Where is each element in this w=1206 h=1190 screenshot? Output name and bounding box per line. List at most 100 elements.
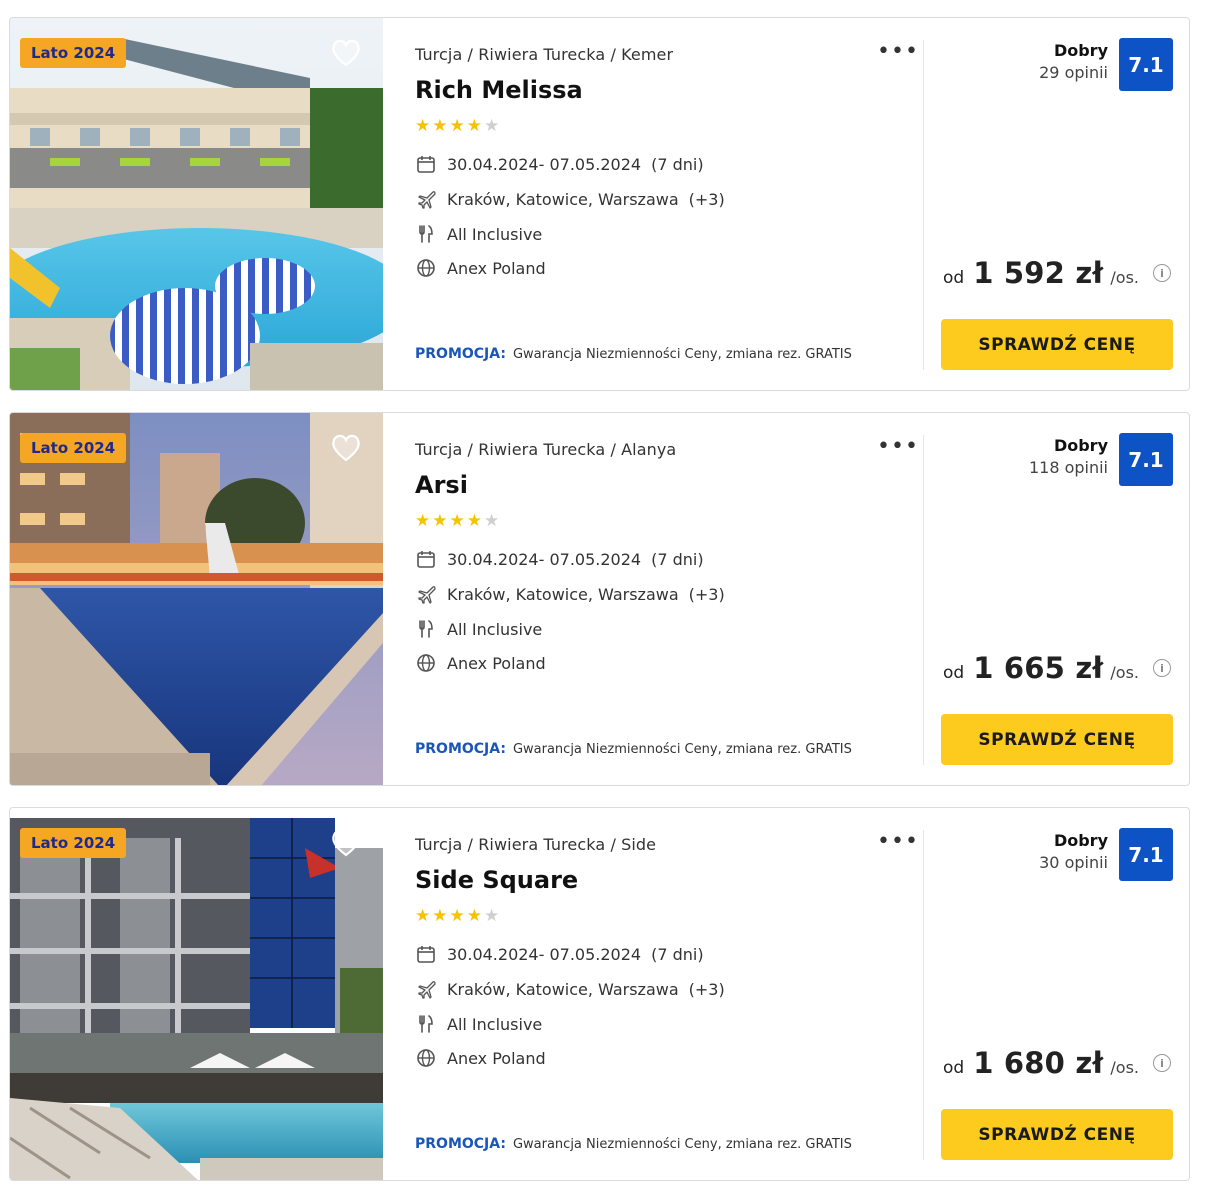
hotel-name[interactable]: Side Square xyxy=(415,866,578,894)
score-badge: 7.1 xyxy=(1119,828,1173,881)
star-icon: ★ xyxy=(449,116,465,136)
star-empty-icon: ★ xyxy=(484,906,500,926)
departure-cities: Kraków, Katowice, Warszawa xyxy=(447,584,679,604)
cutlery-icon xyxy=(415,618,437,640)
price-suffix: /os. xyxy=(1110,1058,1139,1077)
divider xyxy=(923,435,924,765)
rating[interactable]: Dobry 30 opinii 7.1 xyxy=(1039,828,1173,881)
star-empty-icon: ★ xyxy=(484,116,500,136)
plane-icon xyxy=(415,188,437,210)
hotel-photo[interactable]: Lato 2024 xyxy=(10,413,383,785)
departure-more[interactable]: (+3) xyxy=(689,980,725,999)
promo-label: PROMOCJA: xyxy=(415,1136,506,1152)
offer-info: Turcja / Riwiera Turecka / Side ••• Side… xyxy=(415,808,918,1180)
star-icon: ★ xyxy=(415,906,431,926)
score-badge: 7.1 xyxy=(1119,433,1173,486)
departure-more[interactable]: (+3) xyxy=(689,585,725,604)
check-price-button[interactable]: SPRAWDŹ CENĘ xyxy=(941,1109,1173,1160)
board-row: All Inclusive xyxy=(415,1012,542,1036)
price: od 1 592 zł /os. i xyxy=(943,256,1171,290)
operator-row: Anex Poland xyxy=(415,1046,546,1070)
star-rating: ★ ★ ★ ★ ★ xyxy=(415,906,501,926)
dates: 30.04.2024- 07.05.2024 xyxy=(447,154,642,174)
info-icon[interactable]: i xyxy=(1153,659,1171,677)
more-horizontal-icon[interactable]: ••• xyxy=(877,436,919,458)
star-icon: ★ xyxy=(415,511,431,531)
rating[interactable]: Dobry 118 opinii 7.1 xyxy=(1029,433,1173,486)
dates: 30.04.2024- 07.05.2024 xyxy=(447,944,642,964)
promo-label: PROMOCJA: xyxy=(415,346,506,362)
promo-text: Gwarancja Niezmienności Ceny, zmiana rez… xyxy=(512,347,852,362)
info-icon[interactable]: i xyxy=(1153,264,1171,282)
globe-icon xyxy=(415,257,437,279)
globe-icon xyxy=(415,1047,437,1069)
dates: 30.04.2024- 07.05.2024 xyxy=(447,549,642,569)
star-icon: ★ xyxy=(432,906,448,926)
star-rating: ★ ★ ★ ★ ★ xyxy=(415,511,501,531)
departure-cities: Kraków, Katowice, Warszawa xyxy=(447,189,679,209)
price-amount: 1 665 zł xyxy=(973,651,1104,685)
offer-card[interactable]: Lato 2024 Turcja / Riwiera Turecka / Kem… xyxy=(9,17,1190,391)
hotel-name[interactable]: Arsi xyxy=(415,471,468,499)
star-icon: ★ xyxy=(449,511,465,531)
price-prefix: od xyxy=(943,1058,965,1078)
promo-label: PROMOCJA: xyxy=(415,741,506,757)
plane-icon xyxy=(415,978,437,1000)
duration: (7 dni) xyxy=(651,944,704,964)
tour-operator: Anex Poland xyxy=(447,653,546,673)
price-suffix: /os. xyxy=(1110,663,1139,682)
offer-card[interactable]: Lato 2024 Turcja / Riwiera Turecka / Ala… xyxy=(9,412,1190,786)
more-horizontal-icon[interactable]: ••• xyxy=(877,831,919,853)
breadcrumb[interactable]: Turcja / Riwiera Turecka / Alanya xyxy=(415,440,676,459)
duration: (7 dni) xyxy=(651,549,704,569)
reviews-count[interactable]: 29 opinii xyxy=(1039,61,1108,85)
breadcrumb[interactable]: Turcja / Riwiera Turecka / Side xyxy=(415,835,656,854)
more-horizontal-icon[interactable]: ••• xyxy=(877,41,919,63)
calendar-icon xyxy=(415,548,437,570)
divider xyxy=(923,830,924,1160)
dates-row: 30.04.2024- 07.05.2024 (7 dni) xyxy=(415,547,704,571)
board-row: All Inclusive xyxy=(415,617,542,641)
rating-label: Dobry xyxy=(1053,831,1108,850)
promo-text: Gwarancja Niezmienności Ceny, zmiana rez… xyxy=(512,742,852,757)
rating[interactable]: Dobry 29 opinii 7.1 xyxy=(1039,38,1173,91)
promo: PROMOCJA: Gwarancja Niezmienności Ceny, … xyxy=(415,346,852,362)
price-amount: 1 592 zł xyxy=(973,256,1104,290)
hotel-photo[interactable]: Lato 2024 xyxy=(10,18,383,390)
price: od 1 680 zł /os. i xyxy=(943,1046,1171,1080)
hotel-name[interactable]: Rich Melissa xyxy=(415,76,583,104)
reviews-count[interactable]: 30 opinii xyxy=(1039,851,1108,875)
price-prefix: od xyxy=(943,268,965,288)
board-type: All Inclusive xyxy=(447,619,543,639)
check-price-button[interactable]: SPRAWDŹ CENĘ xyxy=(941,319,1173,370)
promo: PROMOCJA: Gwarancja Niezmienności Ceny, … xyxy=(415,741,852,757)
offer-card[interactable]: Lato 2024 Turcja / Riwiera Turecka / Sid… xyxy=(9,807,1190,1181)
cutlery-icon xyxy=(415,1013,437,1035)
star-icon: ★ xyxy=(449,906,465,926)
score-badge: 7.1 xyxy=(1119,38,1173,91)
heart-icon[interactable] xyxy=(330,433,362,463)
heart-icon[interactable] xyxy=(330,828,362,858)
rating-label: Dobry xyxy=(1053,41,1108,60)
board-type: All Inclusive xyxy=(447,1014,543,1034)
promo-text: Gwarancja Niezmienności Ceny, zmiana rez… xyxy=(512,1137,852,1152)
calendar-icon xyxy=(415,943,437,965)
price-suffix: /os. xyxy=(1110,268,1139,287)
promo: PROMOCJA: Gwarancja Niezmienności Ceny, … xyxy=(415,1136,852,1152)
star-icon: ★ xyxy=(432,511,448,531)
board-type: All Inclusive xyxy=(447,224,543,244)
info-icon[interactable]: i xyxy=(1153,1054,1171,1072)
heart-icon[interactable] xyxy=(330,38,362,68)
star-icon: ★ xyxy=(466,116,482,136)
departure-row: Kraków, Katowice, Warszawa (+3) xyxy=(415,187,725,211)
globe-icon xyxy=(415,652,437,674)
breadcrumb[interactable]: Turcja / Riwiera Turecka / Kemer xyxy=(415,45,673,64)
departure-more[interactable]: (+3) xyxy=(689,190,725,209)
hotel-photo[interactable]: Lato 2024 xyxy=(10,808,383,1180)
duration: (7 dni) xyxy=(651,154,704,174)
check-price-button[interactable]: SPRAWDŹ CENĘ xyxy=(941,714,1173,765)
price-amount: 1 680 zł xyxy=(973,1046,1104,1080)
board-row: All Inclusive xyxy=(415,222,542,246)
star-rating: ★ ★ ★ ★ ★ xyxy=(415,116,501,136)
reviews-count[interactable]: 118 opinii xyxy=(1029,456,1108,480)
